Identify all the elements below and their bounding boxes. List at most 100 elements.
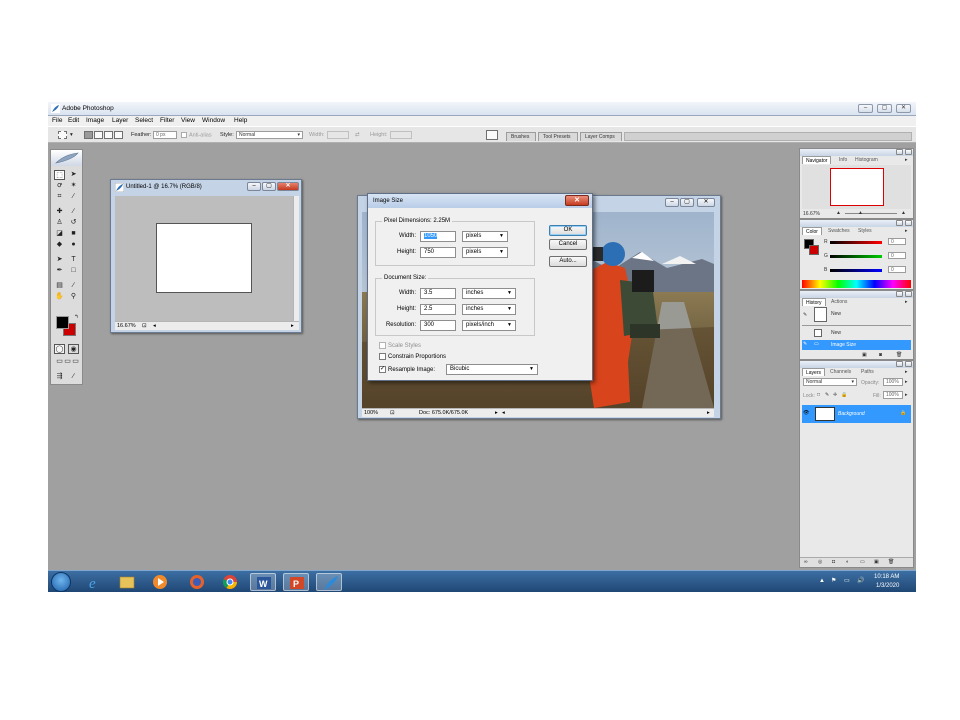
new-document-from-state-icon[interactable]: ▣ (862, 352, 867, 358)
notes-tool-icon[interactable]: ▤ (54, 281, 65, 291)
r-slider[interactable] (830, 241, 882, 244)
tab-actions[interactable]: Actions (828, 298, 850, 306)
menu-help[interactable]: Help (234, 117, 247, 124)
full-screen-mode-icon[interactable]: ▭ (70, 357, 81, 367)
cancel-button[interactable]: Cancel (549, 239, 587, 250)
media-player-icon[interactable] (147, 573, 173, 591)
status-menu-arrow-icon[interactable]: ▸ (495, 410, 498, 416)
move-tool-icon[interactable]: ➤ (68, 170, 79, 180)
history-item-new[interactable]: New (831, 330, 841, 336)
menu-select[interactable]: Select (135, 117, 153, 124)
pen-tool-icon[interactable]: ✒ (54, 266, 65, 276)
b-slider[interactable] (830, 269, 882, 272)
color-ramp[interactable] (802, 280, 911, 288)
hand-tool-icon[interactable]: ✋ (54, 292, 65, 302)
palette-close-button[interactable] (905, 361, 912, 367)
pixel-width-input[interactable]: 1050 (420, 231, 456, 242)
untitled-close-button[interactable]: ✕ (277, 182, 299, 191)
b-input[interactable]: 0 (888, 266, 906, 273)
lock-position-icon[interactable]: ✛ (833, 392, 837, 398)
untitled-document-window[interactable]: Untitled-1 @ 16.7% (RGB/8) – ▢ ✕ 16.67% … (110, 179, 302, 333)
feather-input[interactable]: 0 px (153, 131, 177, 139)
slice-tool-icon[interactable]: ∕ (68, 192, 79, 202)
scroll-right-icon[interactable]: ▸ (707, 410, 710, 416)
doc-width-input[interactable]: 3.5 (420, 288, 456, 299)
palette-close-button[interactable] (905, 149, 912, 155)
layer-mask-icon[interactable]: ◘ (832, 559, 835, 565)
start-button-icon[interactable] (51, 572, 71, 592)
navigator-view-box[interactable] (830, 168, 884, 206)
subtract-selection-icon[interactable] (104, 131, 113, 139)
new-group-icon[interactable]: ▭ (860, 559, 865, 565)
minimize-button[interactable]: – (858, 104, 873, 113)
menu-file[interactable]: File (52, 117, 62, 124)
new-selection-icon[interactable] (84, 131, 93, 139)
layer-row-background[interactable]: 👁 Background 🔒 (802, 405, 911, 423)
palette-minimize-button[interactable] (896, 361, 903, 367)
resample-image-checkbox[interactable]: ✓ Resample Image: (379, 366, 435, 373)
eraser-tool-icon[interactable]: ◪ (54, 229, 65, 239)
ok-button[interactable]: OK (549, 225, 587, 236)
healing-brush-tool-icon[interactable]: ✚ (54, 207, 65, 217)
network-icon[interactable]: ▭ (844, 577, 850, 584)
fill-input[interactable]: 100% (883, 391, 903, 399)
opacity-input[interactable]: 100% (883, 378, 903, 386)
layer-style-icon[interactable]: ◎ (818, 559, 822, 565)
palette-menu-icon[interactable]: ▸ (905, 299, 908, 305)
show-hidden-icons-icon[interactable]: ▲ (819, 578, 825, 584)
pixel-width-unit-select[interactable]: pixels ▼ (462, 231, 508, 242)
palette-menu-icon[interactable]: ▸ (905, 369, 908, 375)
tab-paths[interactable]: Paths (858, 368, 877, 376)
scroll-right-icon[interactable]: ▸ (291, 323, 294, 329)
clock-time[interactable]: 10:18 AM (874, 574, 899, 580)
pixel-height-unit-select[interactable]: pixels ▼ (462, 247, 508, 258)
delete-layer-icon[interactable]: 🗑 (888, 559, 894, 565)
adjustment-layer-icon[interactable]: ◐ (846, 559, 849, 565)
untitled-minimize-button[interactable]: – (247, 182, 261, 191)
imageready-feather-icon[interactable]: ∕ (68, 372, 79, 382)
g-input[interactable]: 0 (888, 252, 906, 259)
resolution-unit-select[interactable]: pixels/inch ▼ (462, 320, 516, 331)
link-layers-icon[interactable]: ∞ (804, 559, 808, 565)
tab-styles[interactable]: Styles (855, 227, 875, 235)
gradient-tool-icon[interactable]: ■ (68, 229, 79, 239)
history-item-image-size-row[interactable]: ✎ ▭ Image Size (802, 340, 911, 350)
marquee-tool-icon[interactable]: ⬚ (54, 170, 65, 180)
history-palette-header[interactable] (800, 291, 913, 298)
foreground-color-swatch-top[interactable] (56, 316, 69, 329)
eyedropper-tool-icon[interactable]: ∕ (68, 281, 79, 291)
resample-method-select[interactable]: Bicubic ▼ (446, 364, 538, 375)
tab-history[interactable]: History (802, 298, 826, 306)
palette-minimize-button[interactable] (896, 149, 903, 155)
photo-zoom-value[interactable]: 100% (364, 410, 378, 416)
palette-minimize-button[interactable] (896, 220, 903, 226)
menu-layer[interactable]: Layer (112, 117, 128, 124)
doc-height-input[interactable]: 2.5 (420, 304, 456, 315)
blur-tool-icon[interactable]: ◆ (54, 240, 65, 250)
zoom-tool-icon[interactable]: ⚲ (68, 292, 79, 302)
status-menu-icon[interactable]: ⊡ (142, 323, 147, 329)
tab-info[interactable]: Info (836, 156, 850, 164)
magic-wand-tool-icon[interactable]: ✶ (68, 181, 79, 191)
lock-all-icon[interactable]: 🔒 (841, 392, 847, 398)
marquee-tool-preset-icon[interactable] (58, 131, 67, 139)
well-tab-tool-presets[interactable]: Tool Presets (538, 132, 578, 141)
palette-close-button[interactable] (905, 291, 912, 297)
snapshot-label[interactable]: New (831, 311, 841, 317)
untitled-canvas-area[interactable] (115, 196, 293, 321)
dodge-tool-icon[interactable]: ● (68, 240, 79, 250)
delete-state-icon[interactable]: 🗑 (896, 352, 902, 358)
maximize-button[interactable]: ▢ (877, 104, 892, 113)
r-input[interactable]: 0 (888, 238, 906, 245)
close-button[interactable]: ✕ (896, 104, 911, 113)
untitled-vertical-scrollbar[interactable] (293, 196, 299, 321)
file-browser-icon[interactable] (486, 130, 498, 140)
color-palette-header[interactable] (800, 220, 913, 227)
menu-edit[interactable]: Edit (68, 117, 79, 124)
history-brush-tool-icon[interactable]: ↺ (68, 218, 79, 228)
menu-image[interactable]: Image (86, 117, 104, 124)
scroll-left-icon[interactable]: ◂ (502, 410, 505, 416)
constrain-proportions-checkbox[interactable]: Constrain Proportions (379, 353, 446, 360)
action-center-flag-icon[interactable]: ⚑ (831, 577, 836, 584)
preset-arrow-icon[interactable]: ▾ (70, 132, 73, 138)
